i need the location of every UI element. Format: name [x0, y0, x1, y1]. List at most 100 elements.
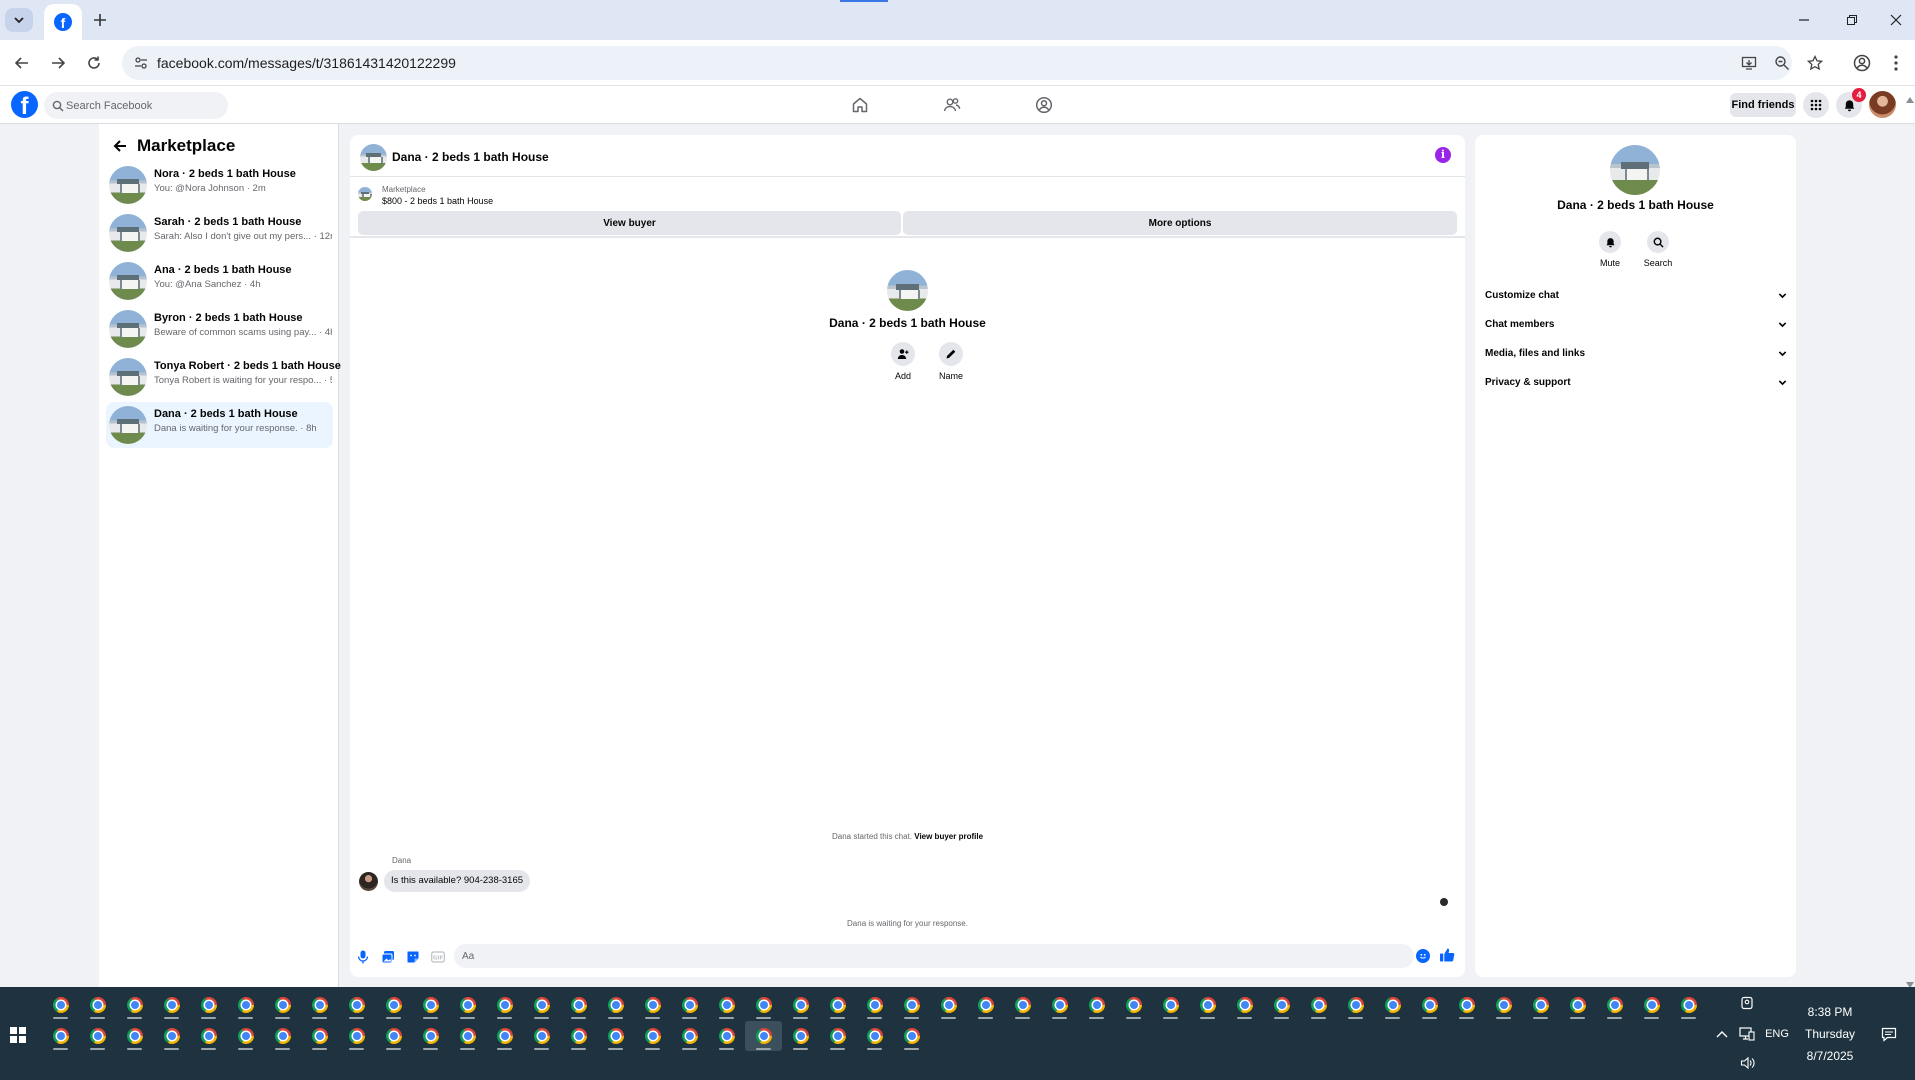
- taskbar-chrome-window[interactable]: [1596, 990, 1633, 1020]
- bookmark-star-icon[interactable]: [1805, 53, 1825, 73]
- taskbar-chrome-window[interactable]: [1633, 990, 1670, 1020]
- taskbar-chrome-window[interactable]: [523, 1021, 560, 1051]
- taskbar-chrome-window[interactable]: [449, 1021, 486, 1051]
- taskbar-chrome-window[interactable]: [412, 1021, 449, 1051]
- taskbar-chrome-window[interactable]: [153, 990, 190, 1020]
- info-icon[interactable]: i: [1435, 147, 1451, 163]
- taskbar-chrome-window[interactable]: [708, 990, 745, 1020]
- message-input[interactable]: [454, 944, 1414, 968]
- taskbar-chrome-window[interactable]: [671, 990, 708, 1020]
- taskbar-chrome-window[interactable]: [301, 990, 338, 1020]
- taskbar-chrome-window[interactable]: [42, 1021, 79, 1051]
- taskbar-chrome-window[interactable]: [634, 1021, 671, 1051]
- menu-button[interactable]: [1803, 92, 1829, 118]
- conversation-item-byron[interactable]: Byron · 2 beds 1 bath House Beware of co…: [106, 306, 333, 352]
- site-info-icon[interactable]: [132, 54, 150, 72]
- restore-button[interactable]: [1838, 8, 1866, 32]
- taskbar-chrome-window[interactable]: [893, 990, 930, 1020]
- taskbar-chrome-window[interactable]: [930, 990, 967, 1020]
- search-in-chat-button[interactable]: Search: [1638, 231, 1678, 268]
- taskbar-clock[interactable]: 8:38 PM Thursday 8/7/2025: [1780, 1001, 1880, 1067]
- section-privacy-support[interactable]: Privacy & support: [1485, 371, 1787, 393]
- profile-button[interactable]: [1848, 49, 1876, 77]
- taskbar-chrome-window[interactable]: [116, 1021, 153, 1051]
- notification-center-icon[interactable]: [1877, 1023, 1901, 1045]
- taskbar-chrome-window[interactable]: [856, 990, 893, 1020]
- mute-button[interactable]: Mute: [1590, 231, 1630, 268]
- taskbar-chrome-window[interactable]: [708, 1021, 745, 1051]
- taskbar-chrome-window[interactable]: [116, 990, 153, 1020]
- chat-listing-thumbnail[interactable]: [360, 144, 387, 171]
- new-tab-button[interactable]: [88, 8, 112, 32]
- browser-menu-button[interactable]: [1882, 49, 1910, 77]
- listing-title[interactable]: $800 - 2 beds 1 bath House: [382, 196, 493, 206]
- taskbar-chrome-window[interactable]: [597, 990, 634, 1020]
- taskbar-chrome-window[interactable]: [227, 1021, 264, 1051]
- taskbar-chrome-window[interactable]: [412, 990, 449, 1020]
- taskbar-chrome-window[interactable]: [375, 1021, 412, 1051]
- send-like-button[interactable]: [1438, 946, 1456, 964]
- facebook-search[interactable]: [44, 92, 228, 119]
- taskbar-chrome-window[interactable]: [79, 990, 116, 1020]
- taskbar-chrome-window[interactable]: [449, 990, 486, 1020]
- scrollbar-down-arrow[interactable]: [1906, 975, 1914, 988]
- taskbar-chrome-window[interactable]: [1189, 990, 1226, 1020]
- browser-tab-facebook[interactable]: f: [44, 4, 82, 40]
- taskbar-chrome-window[interactable]: [819, 1021, 856, 1051]
- taskbar-chrome-window[interactable]: [893, 1021, 930, 1051]
- view-buyer-button[interactable]: View buyer: [358, 211, 901, 235]
- tab-search-button[interactable]: [5, 8, 33, 32]
- taskbar-chrome-window[interactable]: [486, 990, 523, 1020]
- taskbar-chrome-window[interactable]: [819, 990, 856, 1020]
- taskbar-chrome-window[interactable]: [264, 1021, 301, 1051]
- minimize-button[interactable]: [1790, 8, 1818, 32]
- taskbar-chrome-window[interactable]: [523, 990, 560, 1020]
- section-media-files-links[interactable]: Media, files and links: [1485, 342, 1787, 364]
- taskbar-chrome-window[interactable]: [1152, 990, 1189, 1020]
- show-hidden-icons-chevron-up-icon[interactable]: [1712, 1024, 1732, 1044]
- taskbar-chrome-window[interactable]: [1078, 990, 1115, 1020]
- taskbar-chrome-window[interactable]: [1115, 990, 1152, 1020]
- taskbar-chrome-window[interactable]: [338, 1021, 375, 1051]
- taskbar-chrome-window[interactable]: [264, 990, 301, 1020]
- taskbar-chrome-window[interactable]: [1559, 990, 1596, 1020]
- facebook-logo-icon[interactable]: f: [11, 91, 38, 118]
- url-text[interactable]: facebook.com/messages/t/3186143142012229…: [157, 55, 456, 71]
- more-options-button[interactable]: More options: [903, 211, 1457, 235]
- taskbar-chrome-window[interactable]: [190, 1021, 227, 1051]
- taskbar-chrome-window[interactable]: [597, 1021, 634, 1051]
- zoom-icon[interactable]: [1772, 53, 1792, 73]
- conversation-item-tonya-robert[interactable]: Tonya Robert · 2 beds 1 bath House Tonya…: [106, 354, 341, 400]
- back-button[interactable]: [8, 49, 36, 77]
- facebook-search-input[interactable]: [66, 92, 224, 119]
- conversation-item-nora[interactable]: Nora · 2 beds 1 bath House You: @Nora Jo…: [106, 162, 333, 208]
- back-arrow-button[interactable]: [111, 137, 129, 155]
- taskbar-chrome-window[interactable]: [967, 990, 1004, 1020]
- view-buyer-profile-link[interactable]: View buyer profile: [914, 832, 983, 841]
- taskbar-chrome-window[interactable]: [1374, 990, 1411, 1020]
- install-app-icon[interactable]: [1739, 53, 1759, 73]
- taskbar-chrome-window[interactable]: [375, 990, 412, 1020]
- taskbar-chrome-window[interactable]: [745, 1021, 782, 1051]
- taskbar-chrome-window[interactable]: [1522, 990, 1559, 1020]
- chat-title[interactable]: Dana · 2 beds 1 bath House: [392, 150, 549, 164]
- volume-icon[interactable]: [1736, 1053, 1760, 1073]
- emoji-button[interactable]: [1416, 949, 1430, 963]
- sender-avatar[interactable]: [359, 872, 378, 891]
- conversation-item-ana[interactable]: Ana · 2 beds 1 bath House You: @Ana Sanc…: [106, 258, 333, 304]
- taskbar-chrome-window[interactable]: [1300, 990, 1337, 1020]
- taskbar-chrome-window[interactable]: [782, 1021, 819, 1051]
- conversation-item-sarah[interactable]: Sarah · 2 beds 1 bath House Sarah: Also …: [106, 210, 333, 256]
- taskbar-chrome-window[interactable]: [79, 1021, 116, 1051]
- taskbar-chrome-window[interactable]: [1226, 990, 1263, 1020]
- nav-profile[interactable]: [1033, 94, 1055, 116]
- nav-friends[interactable]: [941, 94, 963, 116]
- taskbar-chrome-window[interactable]: [338, 990, 375, 1020]
- conversation-item-dana[interactable]: Dana · 2 beds 1 bath House Dana is waiti…: [106, 402, 333, 448]
- meet-now-icon[interactable]: [1737, 993, 1757, 1013]
- taskbar-chrome-window[interactable]: [1004, 990, 1041, 1020]
- reload-button[interactable]: [80, 49, 108, 77]
- section-customize-chat[interactable]: Customize chat: [1485, 284, 1787, 306]
- taskbar-chrome-window[interactable]: [745, 990, 782, 1020]
- taskbar-chrome-window[interactable]: [634, 990, 671, 1020]
